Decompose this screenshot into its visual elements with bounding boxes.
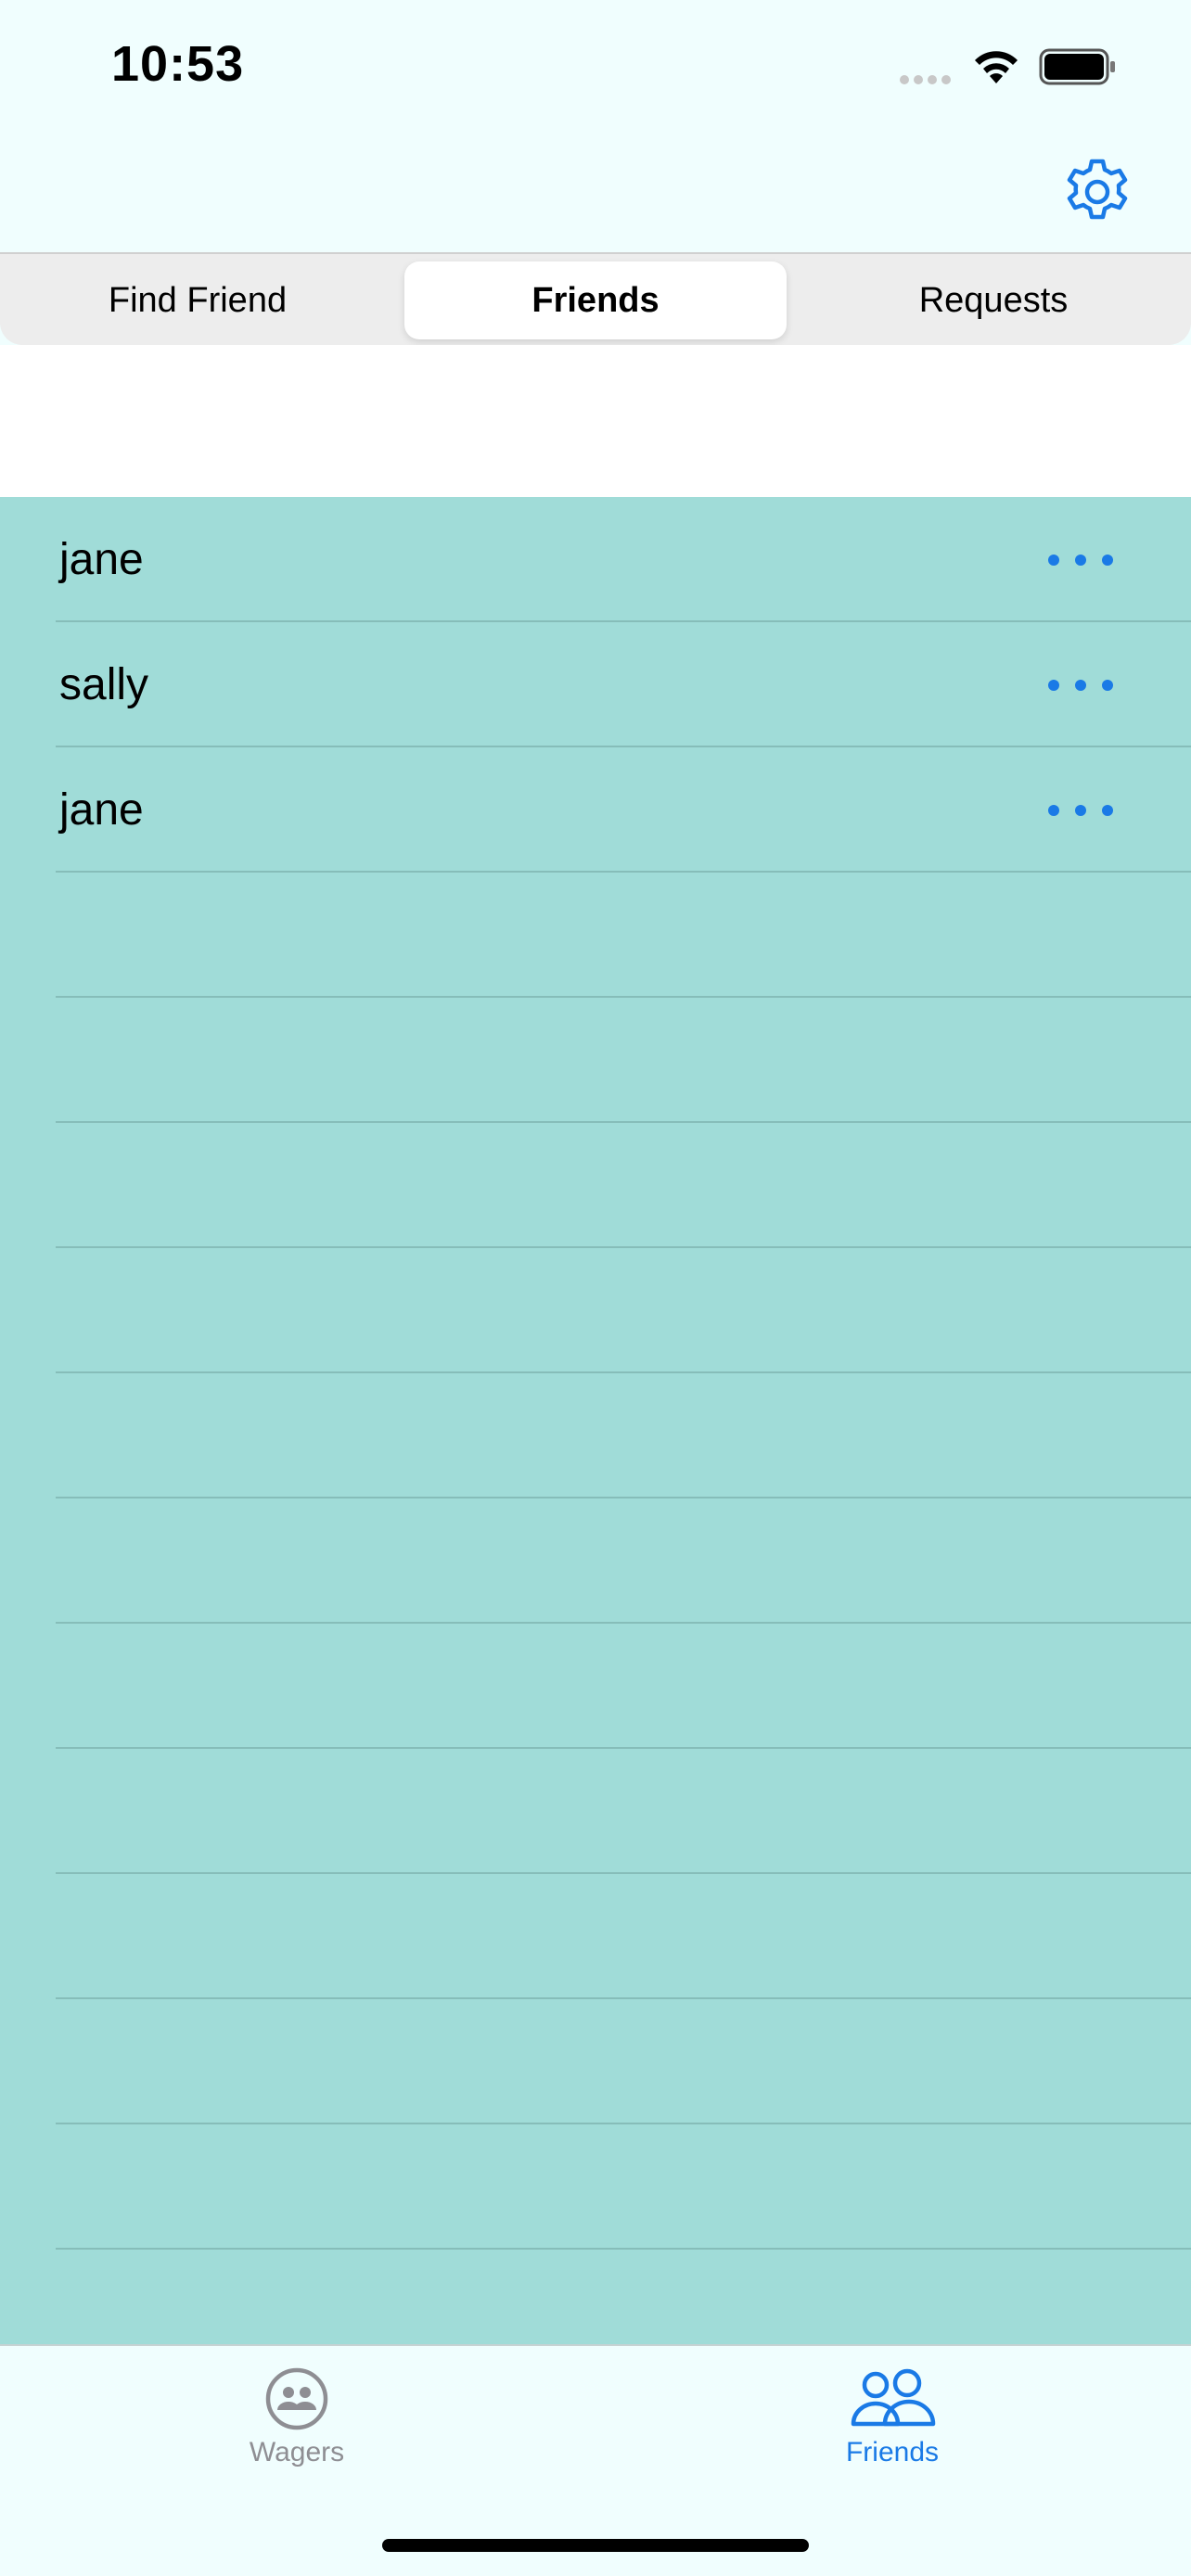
friend-row[interactable]: jane	[0, 497, 1191, 622]
segment-requests[interactable]: Requests	[803, 261, 1184, 339]
battery-icon	[1039, 48, 1115, 85]
settings-button[interactable]	[1063, 158, 1132, 226]
two-people-icon	[851, 2368, 936, 2427]
segment-find-friend[interactable]: Find Friend	[7, 261, 388, 339]
empty-row	[0, 1624, 1191, 1749]
friends-list: jane sally jane	[0, 497, 1191, 2344]
gear-icon	[1067, 159, 1128, 220]
empty-row	[0, 1123, 1191, 1248]
empty-row	[0, 873, 1191, 998]
status-time: 10:53	[111, 36, 245, 92]
friend-row[interactable]: sally	[0, 622, 1191, 747]
tab-friends[interactable]: Friends	[744, 2366, 1041, 2487]
ellipsis-icon[interactable]	[1048, 669, 1113, 702]
cellular-signal-icon	[900, 72, 955, 89]
row-divider	[56, 2248, 1191, 2250]
empty-row	[0, 1999, 1191, 2124]
home-indicator[interactable]	[382, 2539, 809, 2552]
friend-row[interactable]: jane	[0, 747, 1191, 873]
ellipsis-icon[interactable]	[1048, 794, 1113, 827]
segment-friends[interactable]: Friends	[404, 261, 787, 339]
friend-name: jane	[59, 785, 144, 835]
content-spacer	[0, 345, 1191, 497]
tab-wagers[interactable]: Wagers	[148, 2366, 445, 2487]
tab-wagers-label: Wagers	[249, 2437, 345, 2468]
tab-friends-label: Friends	[845, 2437, 940, 2468]
status-bar: 10:53	[0, 0, 1191, 139]
empty-row	[0, 1874, 1191, 1999]
empty-row	[0, 1248, 1191, 1373]
empty-row	[0, 998, 1191, 1123]
friends-segmented-control: Find Friend Friends Requests	[0, 252, 1191, 345]
friend-name: jane	[59, 535, 144, 584]
empty-row	[0, 1373, 1191, 1498]
people-circle-icon	[265, 2367, 328, 2430]
friend-name: sally	[59, 660, 149, 709]
ellipsis-icon[interactable]	[1048, 543, 1113, 577]
empty-row	[0, 2124, 1191, 2250]
empty-row	[0, 1498, 1191, 1624]
empty-row	[0, 1749, 1191, 1874]
wifi-icon	[975, 51, 1018, 83]
